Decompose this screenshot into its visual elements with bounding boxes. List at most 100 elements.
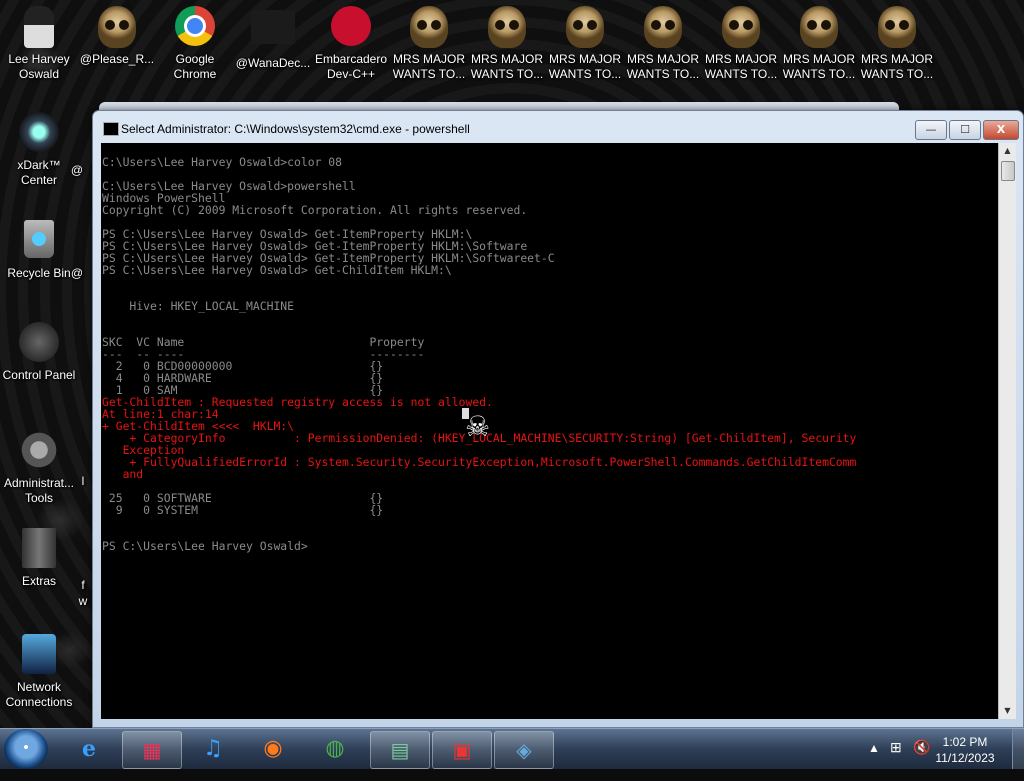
recycle-bin-icon [24, 220, 54, 258]
vertical-scrollbar[interactable]: ▲ ▼ [998, 143, 1016, 719]
maximize-button[interactable]: ☐ [949, 120, 981, 140]
desktop-icon-label: Recycle Bin [7, 266, 71, 280]
desktop-icon-label: MRS MAJOR [549, 52, 621, 66]
scroll-down-icon[interactable]: ▼ [999, 703, 1016, 719]
skull-icon [878, 6, 916, 48]
desktop-icon-label: @WanaDec... [235, 56, 311, 70]
console-line: 9 0 SYSTEM {} [102, 503, 384, 517]
desktop-icon[interactable]: MRS MAJOR WANTS TO... [391, 6, 467, 82]
desktop-icon-label: MRS MAJOR [393, 52, 465, 66]
folder-icon [22, 528, 56, 568]
desktop-icon-label: WANTS TO... [470, 67, 544, 81]
tray-overflow-icon[interactable]: ▲ [868, 741, 880, 781]
minimize-button[interactable]: — [915, 120, 947, 140]
desktop-icon[interactable]: Lee Harvey Oswald [1, 6, 77, 82]
desktop-icon-label: Dev-C++ [326, 67, 376, 81]
desktop-icon-label: Administrat... [3, 476, 75, 490]
desktop-icon[interactable]: @WanaDec... [235, 6, 311, 71]
console-line: Copyright (C) 2009 Microsoft Corporation… [102, 203, 528, 217]
console-line: Hive: HKEY_LOCAL_MACHINE [102, 299, 295, 313]
taskbar-internet-explorer-icon[interactable]: e [60, 731, 118, 767]
skull-icon [566, 6, 604, 48]
taskbar-store-icon[interactable]: ▦ [122, 731, 182, 769]
blank-icon [251, 10, 295, 44]
network-icon [22, 634, 56, 674]
console-error-line: + FullyQualifiedErrorId : System.Securit… [102, 455, 857, 469]
scroll-thumb[interactable] [1001, 161, 1015, 181]
taskbar-music-player-icon[interactable]: ♫ [184, 731, 242, 767]
desktop-icon[interactable]: Extras [1, 528, 77, 589]
window-titlebar[interactable]: Select Administrator: C:\Windows\system3… [93, 111, 1023, 143]
skull-icon [722, 6, 760, 48]
desktop-icon[interactable]: Embarcadero Dev-C++ [313, 6, 389, 82]
desktop-icon[interactable]: MRS MAJOR WANTS TO... [469, 6, 545, 82]
desktop-icon-label: Connections [5, 695, 73, 709]
clock[interactable]: 1:02 PM 11/12/2023 [930, 734, 1000, 766]
start-button[interactable] [4, 729, 48, 769]
console-output[interactable]: C:\Users\Lee Harvey Oswald>color 08 C:\Us… [101, 143, 998, 719]
desktop-icon-label: MRS MAJOR [471, 52, 543, 66]
powershell-window[interactable]: Select Administrator: C:\Windows\system3… [92, 110, 1024, 728]
desktop-icon-label: MRS MAJOR [861, 52, 933, 66]
show-desktop-button[interactable] [1012, 729, 1024, 769]
window-title: Select Administrator: C:\Windows\system3… [121, 122, 470, 136]
scroll-up-icon[interactable]: ▲ [999, 143, 1016, 159]
desktop-icon-label: Control Panel [2, 368, 76, 382]
person-icon [24, 6, 54, 48]
console-line: PS C:\Users\Lee Harvey Oswald> Get-Child… [102, 263, 452, 277]
cmd-icon [103, 122, 119, 136]
desktop-icon[interactable]: Google Chrome [157, 6, 233, 82]
desktop-icon-label: xDark™ [17, 158, 61, 172]
skull-icon [800, 6, 838, 48]
clock-date: 11/12/2023 [935, 751, 995, 765]
console-error-line: and [102, 467, 144, 481]
desktop-icon[interactable]: @Please_R... [79, 6, 155, 67]
desktop-icon-label: Embarcadero [314, 52, 388, 66]
desktop-icon[interactable]: MRS MAJOR WANTS TO... [703, 6, 779, 82]
taskbar-firefox-icon[interactable]: ◉ [244, 731, 302, 767]
clock-time: 1:02 PM [942, 735, 988, 749]
desktop-icon-label: @Please_R... [79, 52, 155, 66]
console-line: PS C:\Users\Lee Harvey Oswald> [102, 539, 308, 553]
control-panel-icon [19, 322, 59, 362]
desktop-icon-label: MRS MAJOR [627, 52, 699, 66]
desktop-icon-label: Chrome [173, 67, 217, 81]
skull-icon [410, 6, 448, 48]
desktop-icon[interactable]: Control Panel [1, 322, 77, 383]
desktop-icon[interactable]: Administrat... Tools [1, 430, 77, 506]
desktop-icon[interactable]: MRS MAJOR WANTS TO... [781, 6, 857, 82]
volume-muted-icon[interactable]: 🔇 [913, 739, 930, 779]
desktop-icon[interactable]: MRS MAJOR WANTS TO... [859, 6, 935, 82]
taskbar-task-manager-icon[interactable]: ▤ [370, 731, 430, 769]
desktop-icon[interactable]: Network Connections [1, 634, 77, 710]
taskbar-chrome-icon[interactable]: ◍ [306, 731, 364, 767]
devcpp-icon [331, 6, 371, 46]
chrome-icon [175, 6, 215, 46]
desktop-icon-label: Tools [24, 491, 53, 505]
partial-icon-label: l [81, 474, 85, 488]
taskbar: e ▦ ♫ ◉ ◍ ▤ ▣ ◈ ▲ ⊞ 🔇 1:02 PM 11/12/2023 [0, 728, 1024, 769]
skull-icon [488, 6, 526, 48]
network-tray-icon[interactable]: ⊞ [890, 739, 902, 779]
partial-icon-label: @ [70, 266, 84, 280]
taskbar-toolbox-icon[interactable]: ▣ [432, 731, 492, 769]
console-line: C:\Users\Lee Harvey Oswald>color 08 [102, 155, 343, 169]
desktop-icon[interactable]: MRS MAJOR WANTS TO... [625, 6, 701, 82]
desktop-icon[interactable]: Recycle Bin [1, 220, 77, 281]
desktop-icon-label: MRS MAJOR [783, 52, 855, 66]
xdark-icon [19, 112, 59, 152]
desktop-icon-label: WANTS TO... [860, 67, 934, 81]
desktop-icon-label: Oswald [18, 67, 59, 81]
close-button[interactable]: X [983, 120, 1019, 140]
desktop-icon-label: Google [175, 52, 215, 66]
skull-icon [644, 6, 682, 48]
partial-icon-label: @ [70, 163, 84, 177]
desktop-icon-label: WANTS TO... [704, 67, 778, 81]
desktop-icon-label: Lee Harvey [8, 52, 70, 66]
taskbar-network-icon[interactable]: ◈ [494, 731, 554, 769]
desktop-icon[interactable]: xDark™ Center [1, 112, 77, 188]
desktop-icon-label: WANTS TO... [392, 67, 466, 81]
desktop-icon-label: Extras [21, 574, 56, 588]
skull-mouse-cursor-icon: ☠ [465, 410, 491, 443]
desktop-icon[interactable]: MRS MAJOR WANTS TO... [547, 6, 623, 82]
